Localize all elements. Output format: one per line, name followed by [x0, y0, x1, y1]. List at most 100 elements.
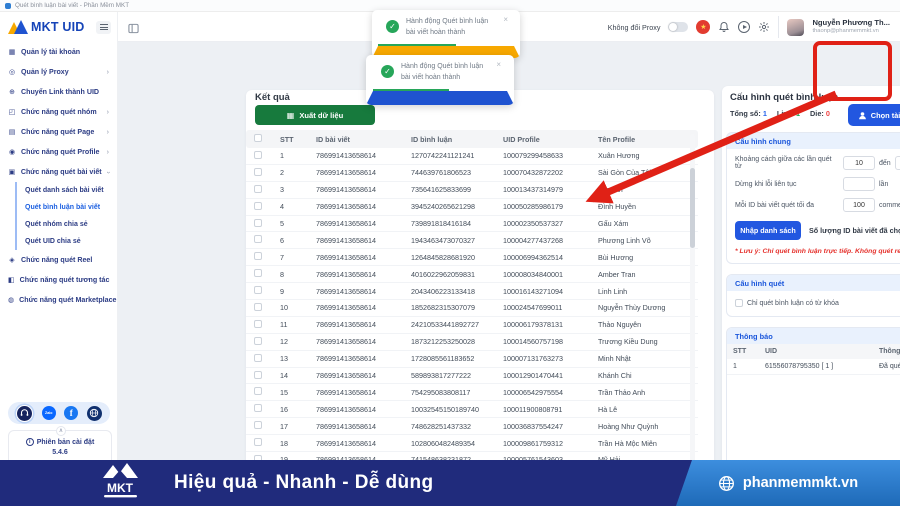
submenu-item-scan-post-list[interactable]: Quét danh sách bài viết — [17, 182, 117, 199]
row-checkbox[interactable] — [254, 353, 262, 362]
max-comments-label: Mỗi ID bài viết quét tối đa — [735, 201, 814, 209]
sidebar-item-accounts[interactable]: ▦ Quản lý tài khoản — [0, 42, 117, 62]
row-checkbox[interactable] — [254, 404, 262, 413]
gear-icon[interactable] — [758, 21, 770, 33]
cell-stt: 14 — [280, 371, 288, 381]
sidebar-item-scan-profile[interactable]: ◉ Chức năng quét Profile › — [0, 142, 117, 162]
sidebar-item-scan-interactions[interactable]: ◧ Chức năng quét tương tác — [0, 270, 117, 290]
row-checkbox[interactable] — [254, 387, 262, 396]
notifications-header[interactable]: Thông báo ∧ — [727, 328, 900, 344]
results-title: Kết quả — [255, 92, 290, 103]
table-header: STT ID bài viết ID bình luận UID Profile… — [246, 130, 698, 148]
cell-stt: 7 — [280, 252, 284, 262]
cell-stt: 5 — [280, 219, 284, 228]
user-block[interactable]: Nguyễn Phương Th... thaonp@phanmemmkt.vn — [812, 18, 890, 35]
cell-uid-profile: 100009861759312 — [503, 438, 563, 448]
row-checkbox[interactable] — [254, 184, 262, 193]
scan-config-header[interactable]: Cấu hình quét ∧ — [727, 275, 900, 291]
cell-post-id: 786991413658614 — [316, 219, 376, 228]
table-vertical-scrollbar[interactable] — [690, 134, 695, 484]
row-checkbox[interactable] — [254, 319, 262, 328]
cell-post-id: 786991413658614 — [316, 404, 376, 414]
footer-website[interactable]: phanmemmkt.vn — [676, 460, 900, 506]
sidebar-item-scan-post[interactable]: ▣ Chức năng quét bài viết › — [0, 162, 117, 182]
row-checkbox[interactable] — [254, 252, 262, 261]
cell-profile-name: Sài Gòn Của Tôi — [598, 168, 652, 178]
notification-row: 1 61556078795350 [ 1 ] Đã quét 101 bình … — [727, 359, 900, 375]
sidebar-item-link-to-uid[interactable]: ⊕ Chuyển Link thành UID — [0, 82, 117, 102]
row-checkbox[interactable] — [254, 336, 262, 345]
cell-comment-id: 1852682315307079 — [411, 303, 475, 313]
row-checkbox[interactable] — [254, 269, 262, 278]
submenu-item-scan-shared-uid[interactable]: Quét UID chia sẻ — [17, 233, 117, 250]
row-checkbox[interactable] — [254, 218, 262, 227]
row-checkbox[interactable] — [254, 286, 262, 295]
panel-toggle-icon[interactable] — [128, 21, 139, 39]
sidebar-item-scan-marketplace[interactable]: ◍ Chức năng quét Marketplace — [0, 290, 117, 310]
support-headset-icon[interactable] — [16, 404, 34, 422]
toast-close-icon[interactable]: × — [503, 14, 508, 26]
submenu-item-scan-post-comments[interactable]: Quét bình luận bài viết — [17, 199, 117, 216]
row-checkbox[interactable] — [254, 235, 262, 244]
row-checkbox[interactable] — [254, 201, 262, 210]
bell-icon[interactable] — [718, 21, 730, 33]
submenu-item-scan-shared-groups[interactable]: Quét nhóm chia sẻ — [17, 216, 117, 233]
sidebar-item-scan-page[interactable]: ▤ Chức năng quét Page › — [0, 122, 117, 142]
row-checkbox[interactable] — [254, 150, 262, 159]
avatar[interactable] — [787, 18, 805, 36]
proxy-toggle-label: Không đổi Proxy — [607, 22, 661, 32]
stop-error-input[interactable] — [843, 177, 875, 191]
keyword-checkbox[interactable] — [735, 299, 743, 307]
column-profile-name: Tên Profile — [598, 134, 636, 144]
mkt-footer-logo: MKT — [98, 462, 146, 505]
sidebar: MKT UID ▦ Quản lý tài khoản ◎ Quản lý Pr… — [0, 12, 118, 472]
stop-error-unit: lần — [879, 180, 889, 188]
table-row: 14 786991413658614 589893817277222 10001… — [246, 368, 698, 385]
toast-close-icon[interactable]: × — [496, 59, 501, 71]
cell-post-id: 786991413658614 — [316, 168, 376, 178]
sidebar-item-scan-group[interactable]: ◰ Chức năng quét nhóm › — [0, 102, 117, 122]
cell-post-id: 786991413658614 — [316, 151, 376, 161]
select-all-checkbox[interactable] — [254, 134, 262, 142]
zalo-icon[interactable]: Zalo — [41, 406, 56, 420]
vietnam-flag-icon[interactable]: ★ — [696, 20, 711, 34]
page-icon: ▤ — [8, 129, 16, 136]
row-checkbox[interactable] — [254, 167, 262, 176]
globe-icon[interactable] — [86, 405, 102, 421]
general-config-header[interactable]: Cấu hình chung ∧ — [727, 133, 900, 149]
row-checkbox[interactable] — [254, 438, 262, 447]
sidebar-item-proxy[interactable]: ◎ Quản lý Proxy › — [0, 62, 117, 82]
caret-up-icon[interactable]: ∧ — [56, 426, 66, 436]
row-checkbox[interactable] — [254, 370, 262, 379]
mkt-uid-logo — [8, 20, 28, 34]
cell-comment-id: 24210533441892727 — [411, 320, 479, 330]
tutorial-play-icon[interactable] — [738, 21, 751, 33]
globe-icon — [718, 475, 734, 491]
window-title: Quét bình luận bài viết - Phần Mềm MKT — [15, 2, 130, 9]
sidebar-item-scan-reel[interactable]: ◈ Chức năng quét Reel — [0, 250, 117, 270]
cell-comment-id: 1264845828681920 — [411, 252, 475, 262]
sidebar-collapse-button[interactable] — [96, 20, 111, 34]
max-comments-input[interactable] — [843, 198, 875, 212]
cell-post-id: 786991413658614 — [316, 269, 376, 279]
interval-to-input[interactable] — [894, 156, 900, 170]
table-row: 10 786991413658614 1852682315307079 1000… — [246, 300, 698, 317]
cell-post-id: 786991413658614 — [316, 286, 376, 296]
export-button[interactable]: ▦ Xuất dữ liệu — [255, 105, 375, 125]
facebook-icon[interactable]: f — [64, 406, 79, 420]
proxy-toggle[interactable] — [668, 22, 689, 32]
import-list-button[interactable]: Nhập danh sách — [735, 221, 801, 240]
row-checkbox[interactable] — [254, 421, 262, 430]
column-comment-id: ID bình luận — [411, 134, 453, 144]
table-row: 8 786991413658614 4016022962059831 10000… — [246, 266, 698, 284]
link-icon: ⊕ — [9, 89, 15, 96]
row-checkbox[interactable] — [254, 302, 262, 311]
sidebar-menu: ▦ Quản lý tài khoản ◎ Quản lý Proxy › ⊕ … — [0, 40, 117, 312]
cell-post-id: 786991413658614 — [316, 387, 376, 397]
cell-uid-profile: 100013437314979 — [503, 185, 563, 195]
cell-profile-name: Tâm An — [598, 185, 623, 195]
max-comments-unit: comment — [879, 201, 900, 209]
cell-stt: 10 — [280, 303, 288, 313]
interval-from-input[interactable] — [843, 156, 875, 170]
choose-account-button[interactable]: Chọn tài khoản — [848, 104, 900, 126]
